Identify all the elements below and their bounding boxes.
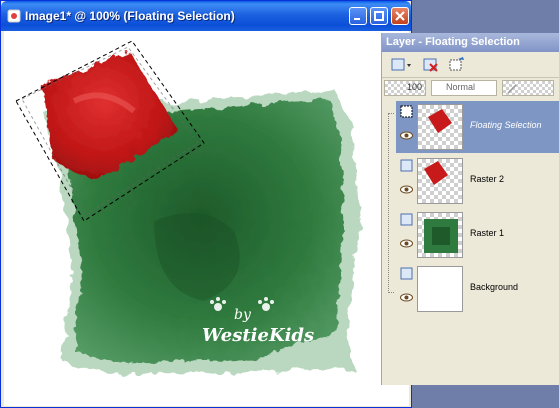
opacity-field[interactable]: 100 bbox=[384, 80, 426, 96]
layer-name: Raster 1 bbox=[470, 228, 505, 238]
opacity-value: 100 bbox=[406, 82, 422, 92]
layer-thumbnail bbox=[417, 212, 463, 258]
image-doc-icon bbox=[7, 9, 21, 23]
visibility-eye-icon[interactable] bbox=[400, 293, 413, 302]
visibility-eye-icon[interactable] bbox=[400, 185, 413, 194]
visibility-eye-icon[interactable] bbox=[400, 131, 413, 140]
raster-layer-icon bbox=[400, 213, 413, 226]
blend-mode-select[interactable]: Normal bbox=[431, 80, 497, 96]
image-canvas[interactable]: by WestieKids bbox=[4, 31, 409, 406]
canvas-artwork: by WestieKids bbox=[15, 40, 360, 374]
image-window: Image1* @ 100% (Floating Selection) by W… bbox=[0, 0, 412, 408]
layers-palette-title: Layer - Floating Selection bbox=[386, 36, 520, 48]
selection-layer-icon bbox=[400, 105, 413, 118]
layer-row-raster-1[interactable]: Raster 1 bbox=[396, 209, 559, 261]
layer-thumbnail bbox=[417, 104, 463, 150]
layer-properties-button[interactable] bbox=[446, 55, 468, 75]
blend-mode-value: Normal bbox=[446, 82, 476, 92]
layer-row-raster-2[interactable]: Raster 2 bbox=[396, 155, 559, 207]
new-layer-button[interactable] bbox=[388, 55, 414, 75]
layer-thumbnail bbox=[417, 266, 463, 312]
lock-transparency-field[interactable] bbox=[502, 80, 554, 96]
blend-row: 100 Normal bbox=[382, 78, 559, 98]
minimize-icon bbox=[354, 18, 360, 20]
layers-toolbar bbox=[382, 52, 559, 78]
layer-name: Floating Selection bbox=[470, 120, 542, 130]
layer-group-connector bbox=[388, 113, 394, 293]
raster-layer-icon bbox=[400, 159, 413, 172]
maximize-icon bbox=[374, 11, 384, 21]
layer-row-background[interactable]: Background bbox=[396, 263, 559, 315]
visibility-eye-icon[interactable] bbox=[400, 239, 413, 248]
watermark-by: by bbox=[234, 307, 252, 323]
new-layer-icon bbox=[391, 58, 411, 71]
raster-layer-icon bbox=[400, 267, 413, 280]
layer-list: Floating Selection Raster 2 Raster 1 Bac… bbox=[382, 99, 559, 385]
delete-layer-icon bbox=[423, 58, 438, 72]
layer-name: Background bbox=[470, 282, 519, 292]
lock-icon bbox=[507, 84, 517, 94]
minimize-button[interactable] bbox=[349, 7, 367, 25]
layer-thumbnail bbox=[417, 158, 463, 204]
close-icon bbox=[395, 11, 405, 21]
image-window-title: Image1* @ 100% (Floating Selection) bbox=[25, 9, 235, 23]
layers-palette: Layer - Floating Selection 100 Normal Fl… bbox=[381, 33, 559, 385]
delete-layer-button[interactable] bbox=[420, 55, 442, 75]
layer-name: Raster 2 bbox=[470, 174, 505, 184]
maximize-button[interactable] bbox=[370, 7, 388, 25]
image-window-titlebar[interactable]: Image1* @ 100% (Floating Selection) bbox=[1, 1, 411, 31]
watermark-name: WestieKids bbox=[202, 325, 314, 346]
layer-properties-icon bbox=[449, 57, 464, 71]
close-button[interactable] bbox=[391, 7, 409, 25]
layer-row-floating-selection[interactable]: Floating Selection bbox=[396, 101, 559, 153]
layers-palette-titlebar[interactable]: Layer - Floating Selection bbox=[382, 33, 559, 52]
